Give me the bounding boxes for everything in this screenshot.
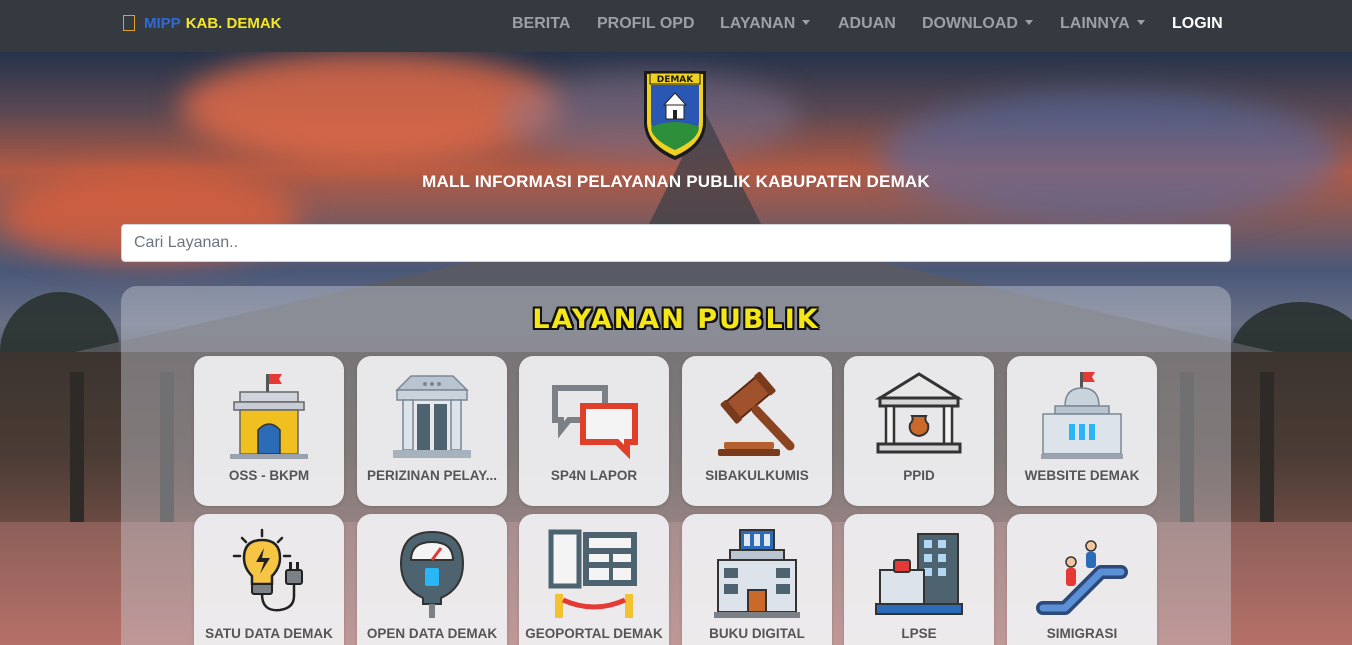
dome-building-flag-icon <box>1041 372 1123 459</box>
escalator-icon <box>1036 540 1128 615</box>
service-label: SIBAKULKUMIS <box>705 468 809 483</box>
service-card-website-demak[interactable]: WEBSITE DEMAK <box>1007 356 1157 506</box>
nav-item-berita[interactable]: BERITA <box>512 15 570 33</box>
chevron-down-icon <box>1136 20 1145 25</box>
exhibit-panels-icon <box>548 529 637 618</box>
service-label: WEBSITE DEMAK <box>1024 468 1140 483</box>
nav-item-profil-opd[interactable]: PROFIL OPD <box>597 15 695 33</box>
nav-item-login[interactable]: LOGIN <box>1172 15 1223 33</box>
navbar: MIPP KAB. DEMAK BERITA PROFIL OPD LAYANA… <box>0 0 1352 52</box>
service-card-open-data[interactable]: OPEN DATA DEMAK <box>357 514 507 645</box>
demak-emblem-logo: DEMAK <box>644 71 706 160</box>
brand-part2: KAB. DEMAK <box>185 15 282 32</box>
panel-title: LAYANAN PUBLIK <box>532 304 820 335</box>
service-label: SATU DATA DEMAK <box>205 626 333 641</box>
lightbulb-plug-icon <box>232 528 303 612</box>
service-card-buku-digital[interactable]: BUKU DIGITAL <box>682 514 832 645</box>
library-building-icon <box>714 529 800 618</box>
nav-item-aduan[interactable]: ADUAN <box>838 15 896 33</box>
service-card-simigrasi[interactable]: SIMIGRASI <box>1007 514 1157 645</box>
office-building-bag-icon <box>875 533 963 615</box>
search-input[interactable] <box>121 224 1231 262</box>
parking-meter-icon <box>399 530 465 618</box>
service-label: SP4N LAPOR <box>550 468 638 483</box>
chevron-down-icon <box>1024 20 1033 25</box>
service-card-lpse[interactable]: LPSE <box>844 514 994 645</box>
service-card-sp4n-lapor[interactable]: SP4N LAPOR <box>519 356 669 506</box>
page-title: MALL INFORMASI PELAYANAN PUBLIK KABUPATE… <box>422 172 930 191</box>
service-label: BUKU DIGITAL <box>709 626 805 641</box>
service-label: GEOPORTAL DEMAK <box>525 626 663 641</box>
service-card-oss-bkpm[interactable]: OSS - BKPM <box>194 356 344 506</box>
service-label: SIMIGRASI <box>1046 626 1118 641</box>
nav-item-lainnya[interactable]: LAINNYA <box>1060 15 1145 33</box>
service-card-ppid[interactable]: PPID <box>844 356 994 506</box>
brand-part1: MIPP <box>144 15 181 32</box>
service-label: PPID <box>903 468 935 483</box>
chat-bubbles-icon <box>552 385 638 460</box>
logo-text: DEMAK <box>657 75 695 85</box>
service-label: LPSE <box>901 626 937 641</box>
service-card-geoportal[interactable]: GEOPORTAL DEMAK <box>519 514 669 645</box>
brand[interactable]: MIPP KAB. DEMAK <box>123 14 282 32</box>
service-card-satu-data[interactable]: SATU DATA DEMAK <box>194 514 344 645</box>
service-label: OPEN DATA DEMAK <box>366 626 498 641</box>
service-card-perizinan[interactable]: PERIZINAN PELAY... <box>357 356 507 506</box>
nav-item-download[interactable]: DOWNLOAD <box>922 15 1033 33</box>
service-label: PERIZINAN PELAY... <box>366 468 498 483</box>
service-label: OSS - BKPM <box>228 468 310 483</box>
chevron-down-icon <box>802 20 811 25</box>
columns-building-icon <box>393 375 471 458</box>
brand-icon <box>123 14 135 31</box>
nav-item-layanan[interactable]: LAYANAN <box>720 15 811 33</box>
government-building-flag-icon <box>230 374 308 459</box>
gavel-icon <box>718 371 795 456</box>
museum-vase-icon <box>874 372 964 454</box>
service-card-sibakulkumis[interactable]: SIBAKULKUMIS <box>682 356 832 506</box>
